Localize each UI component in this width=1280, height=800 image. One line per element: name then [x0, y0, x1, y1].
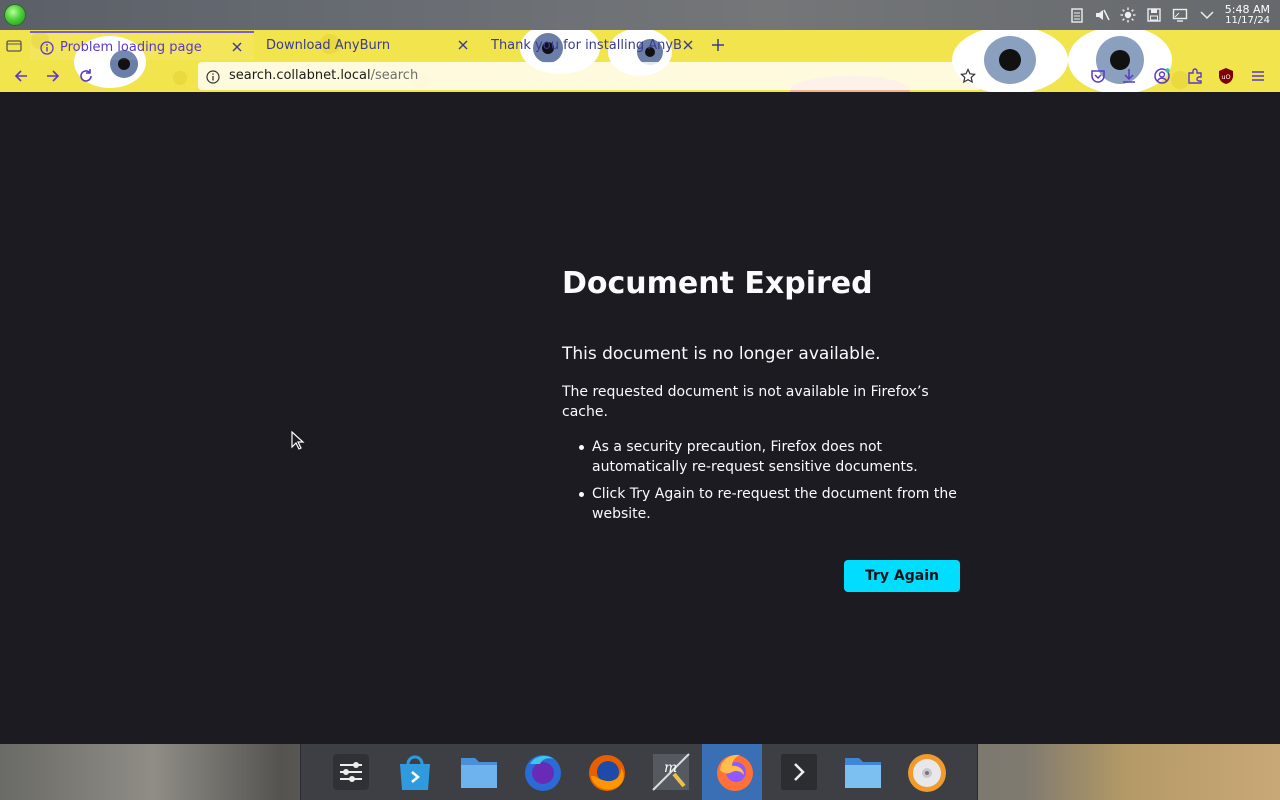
tab-strip: Problem loading page Download AnyBurn Th…	[0, 30, 1280, 60]
brightness-icon[interactable]	[1120, 7, 1136, 23]
url-bar[interactable]: search.collabnet.local/search	[198, 62, 982, 90]
list-item: Click Try Again to re-request the docume…	[579, 484, 972, 524]
dock-disc-burner[interactable]	[894, 744, 954, 800]
error-page: Document Expired This document is no lon…	[0, 92, 1280, 744]
reload-icon[interactable]	[77, 67, 95, 85]
new-tab-icon[interactable]	[710, 37, 726, 53]
dock-file-manager[interactable]	[446, 744, 506, 800]
text-editor-icon: m	[652, 753, 690, 791]
navigation-bar: search.collabnet.local/search uO	[0, 60, 1280, 92]
dock-firefox-nightly[interactable]	[510, 744, 570, 800]
menu-icon[interactable]	[1249, 67, 1267, 85]
ublock-icon[interactable]: uO	[1217, 67, 1235, 85]
disc-burner-icon	[908, 754, 946, 792]
app-launcher-icon[interactable]	[4, 4, 26, 26]
dock-text-editor[interactable]: m	[638, 744, 698, 800]
error-title: Document Expired	[562, 266, 873, 301]
info-icon	[40, 40, 54, 55]
clipboard-icon[interactable]	[1069, 7, 1085, 23]
error-reasons-list: As a security precaution, Firefox does n…	[579, 437, 972, 531]
app-store-icon	[400, 755, 430, 790]
extensions-icon[interactable]	[1186, 67, 1204, 85]
system-panel: 5:48 AM 11/17/24	[0, 0, 1280, 30]
dock: m	[300, 744, 978, 800]
bookmark-star-icon[interactable]	[960, 68, 976, 84]
save-icon[interactable]	[1146, 7, 1162, 23]
url-path: /search	[370, 68, 419, 83]
list-item: As a security precaution, Firefox does n…	[579, 437, 972, 477]
error-subtitle: This document is no longer available.	[562, 344, 881, 364]
tab-title: Thank you for installing AnyB	[491, 38, 681, 53]
tab-download-anyburn[interactable]: Download AnyBurn	[256, 31, 480, 60]
clock-date[interactable]: 11/17/24	[1210, 15, 1270, 26]
dock-terminal[interactable]	[766, 744, 826, 800]
forward-icon[interactable]	[44, 67, 62, 85]
tab-title: Download AnyBurn	[266, 38, 391, 53]
terminal-icon	[781, 754, 817, 790]
url-host: search.collabnet.local	[229, 68, 371, 83]
close-tab-icon[interactable]	[681, 37, 695, 51]
tab-title: Problem loading page	[60, 40, 202, 55]
settings-icon	[333, 754, 369, 790]
downloads-icon[interactable]	[1120, 67, 1138, 85]
account-icon[interactable]	[1153, 67, 1171, 85]
error-description: The requested document is not available …	[562, 384, 929, 420]
dock-settings[interactable]	[318, 744, 378, 800]
display-icon[interactable]	[1172, 7, 1188, 23]
try-again-button[interactable]: Try Again	[844, 560, 960, 592]
site-info-icon[interactable]	[206, 69, 220, 84]
close-tab-icon[interactable]	[456, 37, 470, 51]
folder-icon	[845, 758, 881, 788]
url-text[interactable]: search.collabnet.local/search	[229, 68, 418, 83]
pocket-icon[interactable]	[1089, 67, 1107, 85]
tab-list-icon[interactable]	[6, 38, 22, 52]
firefox-classic-icon	[589, 755, 625, 791]
firefox-nightly-icon	[525, 755, 561, 791]
tab-thank-you-anyburn[interactable]: Thank you for installing AnyB	[481, 31, 705, 60]
volume-muted-icon[interactable]	[1094, 7, 1110, 23]
close-tab-icon[interactable]	[230, 39, 244, 53]
file-manager-icon	[461, 758, 497, 788]
dock-folder[interactable]	[830, 744, 890, 800]
firefox-icon	[717, 754, 753, 791]
tab-problem-loading[interactable]: Problem loading page	[30, 31, 254, 60]
svg-text:uO: uO	[1221, 73, 1230, 81]
mouse-cursor-icon	[291, 431, 305, 450]
dock-firefox-classic[interactable]	[574, 744, 634, 800]
back-icon[interactable]	[12, 67, 30, 85]
dock-app-store[interactable]	[382, 744, 442, 800]
browser-chrome: Problem loading page Download AnyBurn Th…	[0, 30, 1280, 92]
dock-firefox[interactable]	[702, 744, 762, 800]
